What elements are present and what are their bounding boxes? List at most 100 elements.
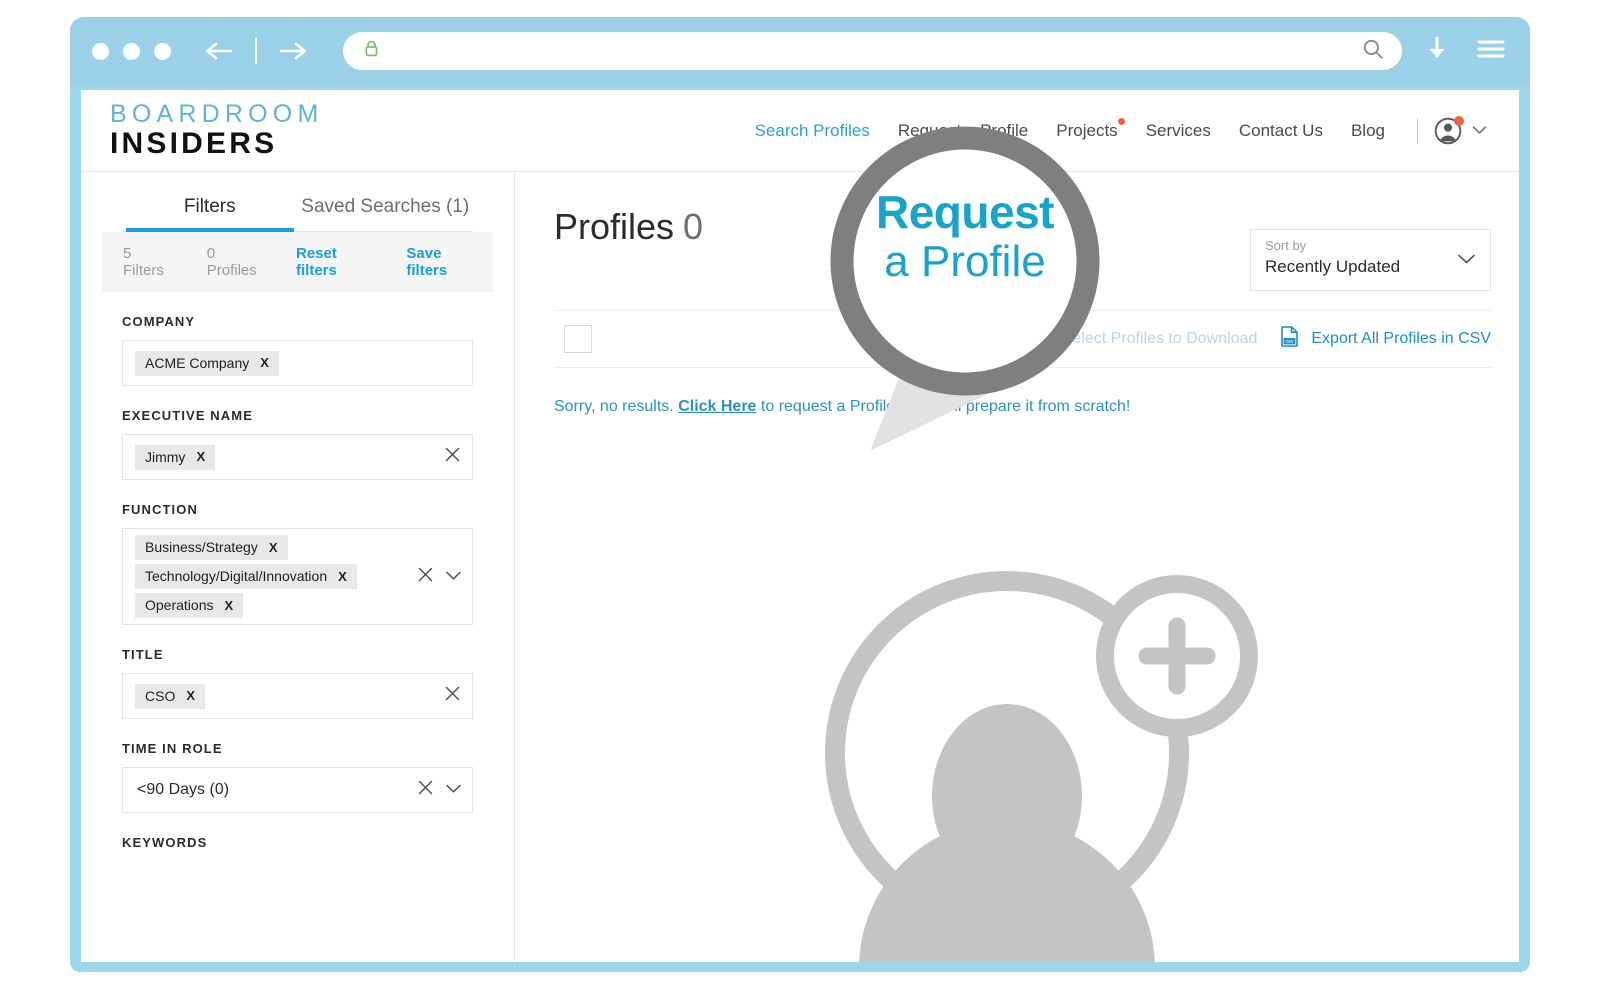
filter-group-title: TITLE CSO X <box>122 647 473 719</box>
results-count: 0 <box>683 206 704 247</box>
notification-dot-icon <box>1117 117 1125 125</box>
chip-list-company: ACME Company X <box>135 350 462 376</box>
reset-filters-button[interactable]: Reset filters <box>296 245 366 279</box>
chevron-down-icon[interactable] <box>445 781 462 799</box>
forward-arrow-icon[interactable] <box>271 31 313 71</box>
filter-label-title: TITLE <box>122 647 164 662</box>
toolbar-actions: Select Profiles to Download csv Export A… <box>1031 325 1491 353</box>
chip-remove-icon[interactable]: X <box>224 598 233 613</box>
chip-remove-icon[interactable]: X <box>338 569 347 584</box>
screenshot-root: BOARDROOM INSIDERS Search Profiles Reque… <box>0 0 1600 1000</box>
chip-list-executive-name: Jimmy X <box>135 444 435 470</box>
hamburger-menu-icon[interactable] <box>1476 37 1506 66</box>
filter-input-executive-name[interactable]: Jimmy X <box>122 434 473 480</box>
logo-bottom-text: INSIDERS <box>110 127 278 160</box>
filter-actions-executive-name <box>443 445 462 469</box>
chip-remove-icon[interactable]: X <box>260 355 269 370</box>
account-menu[interactable] <box>1434 115 1491 145</box>
select-all-checkbox[interactable] <box>564 325 592 353</box>
results-header: Profiles 0 Sort by Recently Updated <box>554 172 1491 302</box>
clear-icon[interactable] <box>416 565 435 589</box>
clear-icon[interactable] <box>443 684 462 708</box>
chevron-down-icon[interactable] <box>445 568 462 586</box>
no-results-suffix: to request a Profile and we'll prepare i… <box>756 398 1131 415</box>
chip[interactable]: Jimmy X <box>135 444 216 470</box>
svg-text:csv: csv <box>1286 339 1294 345</box>
nav-item-projects[interactable]: Projects <box>1042 117 1131 141</box>
filter-group-keywords: KEYWORDS <box>122 835 473 850</box>
sort-by-select[interactable]: Sort by Recently Updated <box>1250 229 1491 291</box>
add-person-icon <box>757 538 1277 962</box>
chip[interactable]: Technology/Digital/Innovation X <box>135 564 357 589</box>
nav-item-request-a-profile[interactable]: Request a Profile <box>884 121 1042 141</box>
download-arrow-icon[interactable] <box>1424 34 1450 69</box>
browser-toolbar <box>70 17 1530 85</box>
window-close-dot[interactable] <box>92 42 109 60</box>
filters-summary-bar: 5 Filters 0 Profiles Reset filters Save … <box>102 232 493 292</box>
chip[interactable]: CSO X <box>135 683 206 709</box>
chip-remove-icon[interactable]: X <box>186 688 195 703</box>
filter-input-function[interactable]: Business/Strategy X Technology/Digital/I… <box>122 528 473 625</box>
chip-label: ACME Company <box>145 354 250 371</box>
main-navigation: Search Profiles Request a Profile Projec… <box>741 115 1491 145</box>
chip-label: Jimmy <box>145 448 186 465</box>
nav-item-blog[interactable]: Blog <box>1337 121 1399 141</box>
avatar-notification-dot-icon <box>1454 115 1464 126</box>
chip-label: Operations <box>145 597 214 613</box>
back-arrow-icon[interactable] <box>199 31 241 71</box>
nav-item-search-profiles[interactable]: Search Profiles <box>741 121 884 141</box>
tab-saved-searches[interactable]: Saved Searches (1) <box>298 186 474 231</box>
filter-label-function: FUNCTION <box>122 502 198 517</box>
chip[interactable]: Business/Strategy X <box>135 535 288 560</box>
filter-label-keywords: KEYWORDS <box>122 835 208 850</box>
filter-value-time-in-role: <90 Days (0) <box>137 781 230 798</box>
page-title-text: Profiles <box>554 206 675 247</box>
filter-label-time-in-role: TIME IN ROLE <box>122 741 223 756</box>
chip[interactable]: ACME Company X <box>135 350 279 376</box>
sort-by-value: Recently Updated <box>1265 257 1401 276</box>
select-profiles-to-download-button[interactable]: Select Profiles to Download <box>1031 327 1258 352</box>
no-results-click-here-link[interactable]: Click Here <box>678 398 756 415</box>
chip-remove-icon[interactable]: X <box>269 540 278 555</box>
filter-group-company: COMPANY ACME Company X <box>122 314 473 386</box>
chip[interactable]: Operations X <box>135 593 244 618</box>
filter-label-company: COMPANY <box>122 314 196 329</box>
profiles-count: 0 Profiles <box>206 245 257 279</box>
clear-icon[interactable] <box>443 445 462 469</box>
nav-item-services[interactable]: Services <box>1132 121 1225 141</box>
nav-item-contact-us[interactable]: Contact Us <box>1225 121 1337 141</box>
chevron-down-icon[interactable] <box>1457 252 1476 270</box>
save-filters-button[interactable]: Save filters <box>406 245 472 279</box>
select-profiles-label: Select Profiles to Download <box>1061 330 1258 347</box>
filter-actions-time-in-role <box>416 778 462 802</box>
user-avatar-icon[interactable] <box>1434 115 1464 145</box>
window-minimize-dot[interactable] <box>123 42 140 60</box>
chip-label: Business/Strategy <box>145 539 258 555</box>
clear-icon[interactable] <box>416 778 435 802</box>
filter-group-executive-name: EXECUTIVE NAME Jimmy X <box>122 408 473 480</box>
filters-tabbar: Filters Saved Searches (1) <box>122 172 473 232</box>
filter-input-title[interactable]: CSO X <box>122 673 473 719</box>
chip-list-title: CSO X <box>135 683 435 709</box>
chip-remove-icon[interactable]: X <box>196 449 205 464</box>
page-viewport: BOARDROOM INSIDERS Search Profiles Reque… <box>81 90 1519 962</box>
filter-label-executive-name: EXECUTIVE NAME <box>122 408 253 423</box>
toolbar-divider <box>255 38 257 64</box>
results-toolbar: Select Profiles to Download csv Export A… <box>554 310 1491 368</box>
results-panel: Profiles 0 Sort by Recently Updated Sele… <box>515 171 1519 962</box>
filter-group-function: FUNCTION Business/Strategy X Technology/… <box>122 502 473 625</box>
filter-input-time-in-role[interactable]: <90 Days (0) <box>122 767 473 813</box>
filter-input-company[interactable]: ACME Company X <box>122 340 473 386</box>
site-logo[interactable]: BOARDROOM INSIDERS <box>110 102 323 159</box>
chip-list-function: Business/Strategy X Technology/Digital/I… <box>135 535 408 618</box>
window-maximize-dot[interactable] <box>154 42 171 60</box>
chevron-down-icon[interactable] <box>1472 122 1487 140</box>
search-icon[interactable] <box>1362 38 1384 65</box>
address-bar[interactable] <box>343 32 1402 70</box>
window-traffic-lights <box>92 42 171 60</box>
padlock-icon <box>363 39 380 64</box>
chip-label: Technology/Digital/Innovation <box>145 568 328 584</box>
export-all-profiles-csv-button[interactable]: csv Export All Profiles in CSV <box>1279 325 1491 353</box>
no-results-message: Sorry, no results. Click Here to request… <box>554 398 1491 416</box>
tab-filters[interactable]: Filters <box>122 186 298 232</box>
